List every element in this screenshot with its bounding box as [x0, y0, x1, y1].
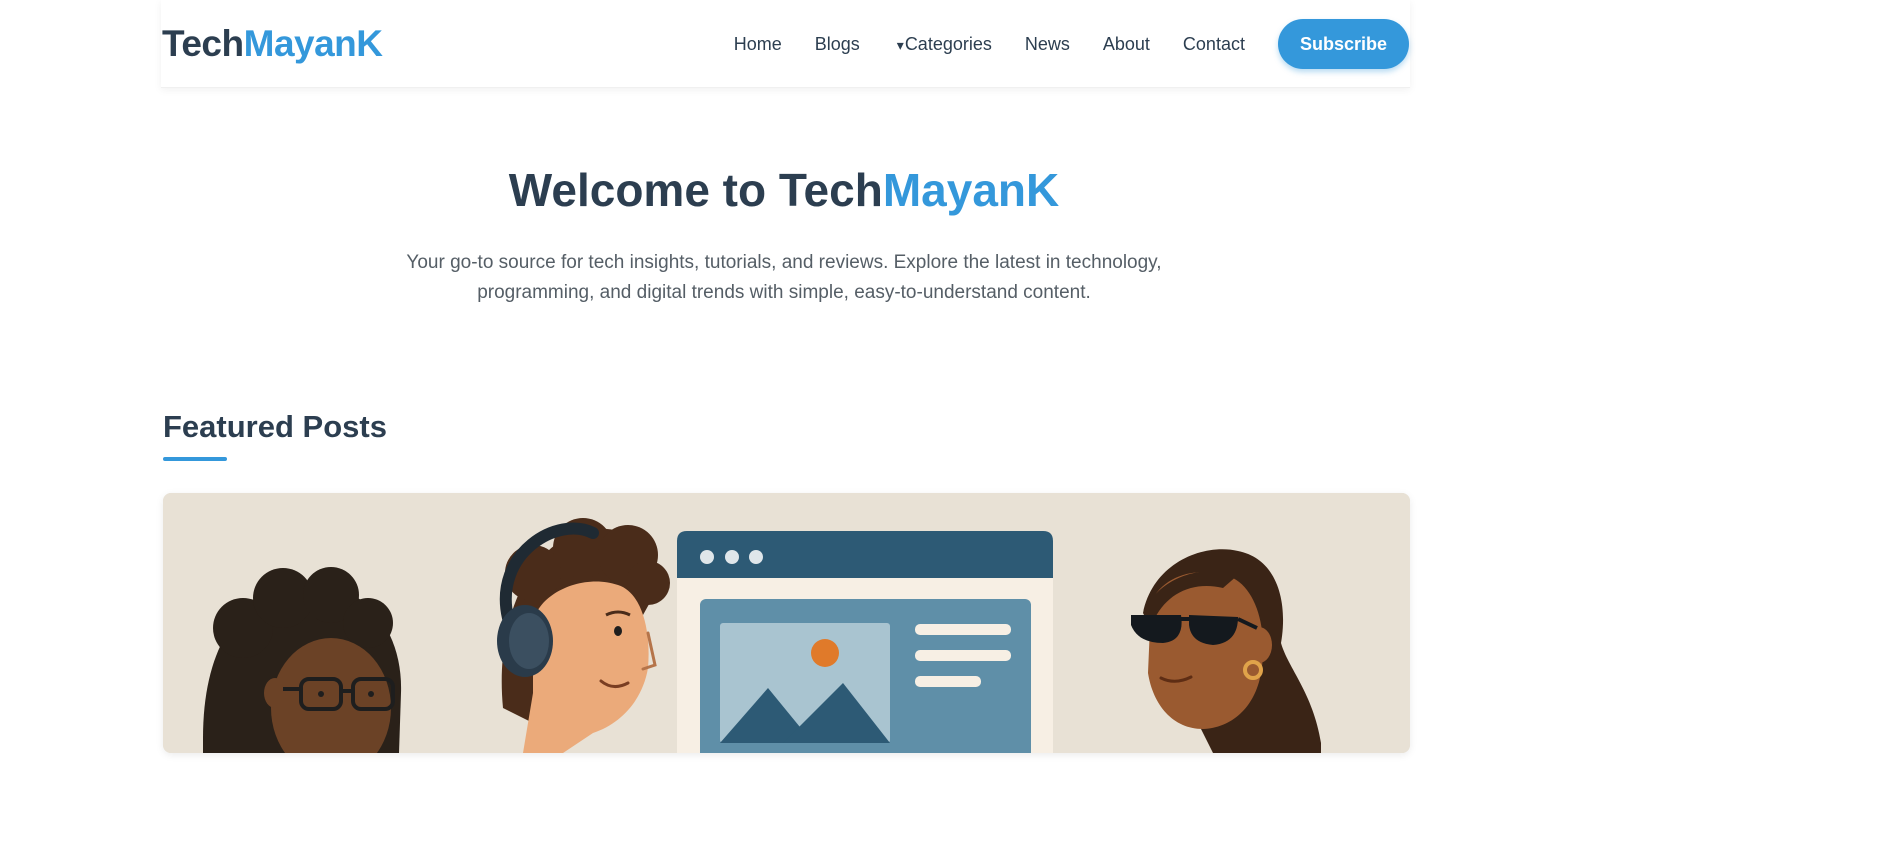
nav-categories-label: Categories — [904, 33, 992, 54]
featured-posts-heading: Featured Posts — [163, 409, 387, 444]
site-logo[interactable]: TechMayanK — [162, 22, 383, 66]
logo-text-mayank: MayanK — [243, 23, 383, 64]
subscribe-button[interactable]: Subscribe — [1277, 19, 1409, 69]
nav-home-link[interactable]: Home — [734, 34, 782, 55]
nav-about-link[interactable]: About — [1103, 34, 1150, 55]
main-nav: Home Blogs ▾Categories News About Contac… — [734, 0, 1410, 88]
nav-categories-dropdown[interactable]: ▾Categories — [897, 34, 992, 55]
nav-blogs-link[interactable]: Blogs — [815, 34, 860, 55]
top-navbar: TechMayanK Home Blogs ▾Categories News A… — [161, 0, 1410, 88]
nav-contact-link[interactable]: Contact — [1183, 34, 1245, 55]
featured-post-illustration — [163, 493, 1410, 753]
hero-title: Welcome to TechMayanK — [0, 160, 1568, 220]
hero-title-part1: Welcome to Tech — [508, 164, 883, 216]
browser-window-illustration — [677, 531, 1053, 753]
hero-title-part2: MayanK — [882, 164, 1060, 216]
heading-underline — [163, 457, 227, 461]
logo-text-tech: Tech — [162, 23, 244, 64]
hero-section: Welcome to TechMayanK Your go-to source … — [0, 160, 1568, 308]
caret-down-icon: ▾ — [896, 36, 904, 53]
hero-description: Your go-to source for tech insights, tut… — [406, 252, 1162, 303]
nav-news-link[interactable]: News — [1025, 34, 1070, 55]
featured-post-card[interactable] — [163, 493, 1410, 753]
